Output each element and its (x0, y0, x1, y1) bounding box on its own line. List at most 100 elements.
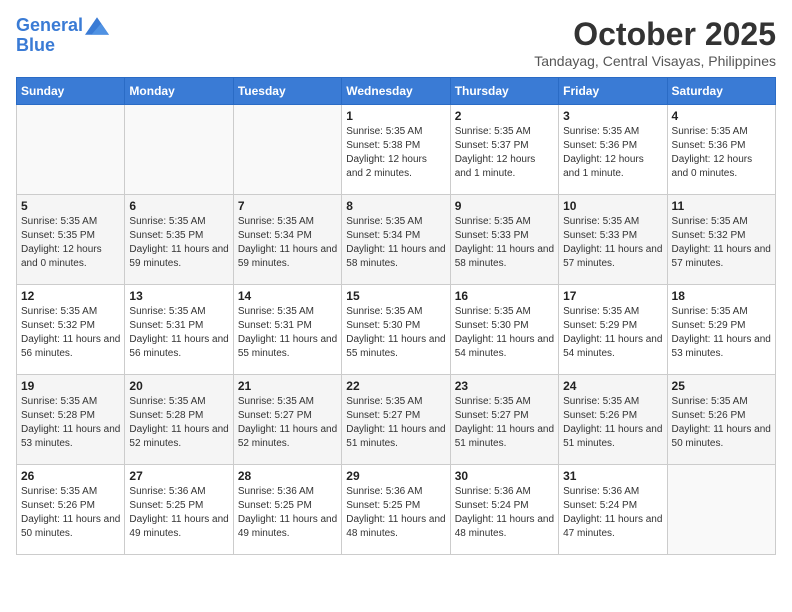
calendar-cell: 25 Sunrise: 5:35 AMSunset: 5:26 PMDayligh… (667, 375, 775, 465)
calendar-cell: 4Sunrise: 5:35 AMSunset: 5:36 PMDaylight… (667, 105, 775, 195)
day-number: 2 (455, 109, 554, 123)
day-number: 16 (455, 289, 554, 303)
day-info: Sunrise: 5:35 AMSunset: 5:32 PMDaylight:… (672, 215, 771, 271)
day-info: Sunrise: 5:35 AMSunset: 5:27 PMDaylight:… (238, 395, 337, 451)
calendar-cell: 28 Sunrise: 5:36 AMSunset: 5:25 PMDayligh… (233, 465, 341, 555)
day-info: Sunrise: 5:35 AMSunset: 5:31 PMDaylight:… (238, 305, 337, 361)
day-number: 13 (129, 289, 228, 303)
calendar-cell: 9 Sunrise: 5:35 AMSunset: 5:33 PMDaylight… (450, 195, 558, 285)
day-info: Sunrise: 5:36 AMSunset: 5:24 PMDaylight:… (563, 485, 662, 541)
location-title: Tandayag, Central Visayas, Philippines (534, 53, 776, 69)
day-number: 5 (21, 199, 120, 213)
calendar-cell: 7 Sunrise: 5:35 AMSunset: 5:34 PMDaylight… (233, 195, 341, 285)
day-number: 19 (21, 379, 120, 393)
calendar-cell: 2 Sunrise: 5:35 AMSunset: 5:37 PMDaylight… (450, 105, 558, 195)
day-number: 20 (129, 379, 228, 393)
calendar-cell: 20 Sunrise: 5:35 AMSunset: 5:28 PMDayligh… (125, 375, 233, 465)
day-number: 29 (346, 469, 445, 483)
calendar-cell: 19 Sunrise: 5:35 AMSunset: 5:28 PMDayligh… (17, 375, 125, 465)
day-info: Sunrise: 5:35 AMSunset: 5:27 PMDaylight:… (346, 395, 445, 451)
day-number: 26 (21, 469, 120, 483)
day-info: Sunrise: 5:35 AMSunset: 5:32 PMDaylight:… (21, 305, 120, 361)
calendar-week-row: 12 Sunrise: 5:35 AMSunset: 5:32 PMDayligh… (17, 285, 776, 375)
day-number: 28 (238, 469, 337, 483)
day-info: Sunrise: 5:35 AMSunset: 5:26 PMDaylight:… (672, 395, 771, 451)
calendar-cell (667, 465, 775, 555)
calendar-cell: 1 Sunrise: 5:35 AMSunset: 5:38 PMDaylight… (342, 105, 450, 195)
day-number: 8 (346, 199, 445, 213)
calendar-cell: 11 Sunrise: 5:35 AMSunset: 5:32 PMDayligh… (667, 195, 775, 285)
day-info: Sunrise: 5:35 AMSunset: 5:38 PMDaylight:… (346, 125, 445, 181)
day-number: 22 (346, 379, 445, 393)
logo-icon (85, 17, 109, 35)
day-number: 27 (129, 469, 228, 483)
day-info: Sunrise: 5:35 AMSunset: 5:36 PMDaylight:… (563, 125, 662, 181)
logo-text: General (16, 16, 83, 36)
calendar-week-row: 26 Sunrise: 5:35 AMSunset: 5:26 PMDayligh… (17, 465, 776, 555)
day-number: 12 (21, 289, 120, 303)
calendar-cell: 18 Sunrise: 5:35 AMSunset: 5:29 PMDayligh… (667, 285, 775, 375)
day-number: 6 (129, 199, 228, 213)
calendar-cell: 26 Sunrise: 5:35 AMSunset: 5:26 PMDayligh… (17, 465, 125, 555)
day-info: Sunrise: 5:35 AMSunset: 5:34 PMDaylight:… (238, 215, 337, 271)
calendar-cell: 5Sunrise: 5:35 AMSunset: 5:35 PMDaylight… (17, 195, 125, 285)
day-number: 7 (238, 199, 337, 213)
calendar-cell: 3 Sunrise: 5:35 AMSunset: 5:36 PMDaylight… (559, 105, 667, 195)
weekday-header-wednesday: Wednesday (342, 78, 450, 105)
day-number: 31 (563, 469, 662, 483)
day-info: Sunrise: 5:35 AMSunset: 5:29 PMDaylight:… (672, 305, 771, 361)
weekday-header-thursday: Thursday (450, 78, 558, 105)
calendar-week-row: 19 Sunrise: 5:35 AMSunset: 5:28 PMDayligh… (17, 375, 776, 465)
calendar-table: SundayMondayTuesdayWednesdayThursdayFrid… (16, 77, 776, 555)
day-number: 4 (672, 109, 771, 123)
day-info: Sunrise: 5:35 AMSunset: 5:37 PMDaylight:… (455, 125, 554, 181)
weekday-header-friday: Friday (559, 78, 667, 105)
calendar-cell: 15 Sunrise: 5:35 AMSunset: 5:30 PMDayligh… (342, 285, 450, 375)
calendar-cell: 29 Sunrise: 5:36 AMSunset: 5:25 PMDayligh… (342, 465, 450, 555)
day-info: Sunrise: 5:36 AMSunset: 5:25 PMDaylight:… (238, 485, 337, 541)
weekday-header-monday: Monday (125, 78, 233, 105)
day-info: Sunrise: 5:35 AMSunset: 5:30 PMDaylight:… (346, 305, 445, 361)
calendar-week-row: 5 Sunrise: 5:35 AMSunset: 5:35 PMDaylight… (17, 195, 776, 285)
day-number: 1 (346, 109, 445, 123)
calendar-cell: 8Sunrise: 5:35 AMSunset: 5:34 PMDaylight… (342, 195, 450, 285)
day-info: Sunrise: 5:35 AMSunset: 5:28 PMDaylight:… (21, 395, 120, 451)
day-info: Sunrise: 5:36 AMSunset: 5:25 PMDaylight:… (346, 485, 445, 541)
day-number: 11 (672, 199, 771, 213)
day-info: Sunrise: 5:35 AMSunset: 5:29 PMDaylight:… (563, 305, 662, 361)
day-info: Sunrise: 5:35 AMSunset: 5:26 PMDaylight:… (21, 485, 120, 541)
calendar-cell (17, 105, 125, 195)
day-info: Sunrise: 5:35 AMSunset: 5:27 PMDaylight:… (455, 395, 554, 451)
calendar-cell: 12 Sunrise: 5:35 AMSunset: 5:32 PMDayligh… (17, 285, 125, 375)
calendar-cell (233, 105, 341, 195)
calendar-cell: 27Sunrise: 5:36 AMSunset: 5:25 PMDayligh… (125, 465, 233, 555)
day-info: Sunrise: 5:35 AMSunset: 5:33 PMDaylight:… (563, 215, 662, 271)
month-title: October 2025 (534, 16, 776, 53)
day-number: 24 (563, 379, 662, 393)
day-info: Sunrise: 5:35 AMSunset: 5:35 PMDaylight:… (129, 215, 228, 271)
calendar-cell: 16Sunrise: 5:35 AMSunset: 5:30 PMDayligh… (450, 285, 558, 375)
day-number: 23 (455, 379, 554, 393)
calendar-cell (125, 105, 233, 195)
day-number: 21 (238, 379, 337, 393)
day-info: Sunrise: 5:35 AMSunset: 5:33 PMDaylight:… (455, 215, 554, 271)
day-info: Sunrise: 5:36 AMSunset: 5:24 PMDaylight:… (455, 485, 554, 541)
day-number: 18 (672, 289, 771, 303)
calendar-cell: 31 Sunrise: 5:36 AMSunset: 5:24 PMDayligh… (559, 465, 667, 555)
calendar-week-row: 1 Sunrise: 5:35 AMSunset: 5:38 PMDaylight… (17, 105, 776, 195)
day-number: 15 (346, 289, 445, 303)
calendar-cell: 6 Sunrise: 5:35 AMSunset: 5:35 PMDaylight… (125, 195, 233, 285)
calendar-cell: 13Sunrise: 5:35 AMSunset: 5:31 PMDayligh… (125, 285, 233, 375)
calendar-cell: 22 Sunrise: 5:35 AMSunset: 5:27 PMDayligh… (342, 375, 450, 465)
day-number: 25 (672, 379, 771, 393)
day-number: 30 (455, 469, 554, 483)
weekday-header-saturday: Saturday (667, 78, 775, 105)
calendar-cell: 21 Sunrise: 5:35 AMSunset: 5:27 PMDayligh… (233, 375, 341, 465)
day-info: Sunrise: 5:35 AMSunset: 5:28 PMDaylight:… (129, 395, 228, 451)
weekday-header-tuesday: Tuesday (233, 78, 341, 105)
weekday-header-row: SundayMondayTuesdayWednesdayThursdayFrid… (17, 78, 776, 105)
day-number: 14 (238, 289, 337, 303)
day-number: 9 (455, 199, 554, 213)
day-number: 3 (563, 109, 662, 123)
day-number: 17 (563, 289, 662, 303)
